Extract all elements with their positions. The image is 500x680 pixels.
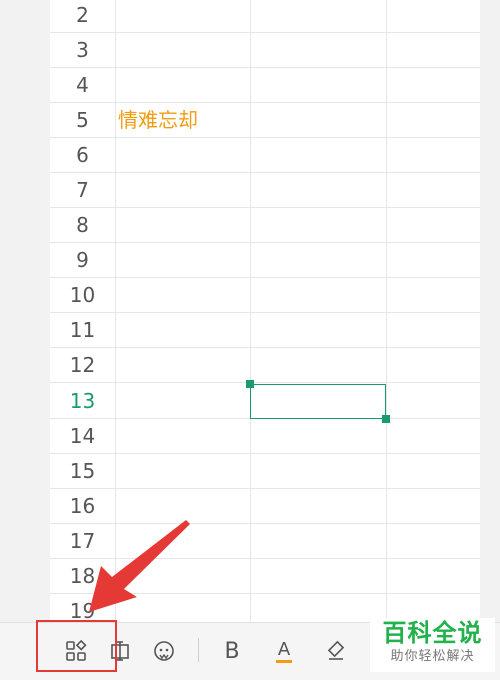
watermark: 百科全说 助你轻松解决 [370, 618, 495, 672]
watermark-subtitle: 助你轻松解决 [390, 649, 475, 664]
annotation-arrow-icon [89, 520, 190, 612]
watermark-title: 百科全说 [382, 619, 483, 647]
